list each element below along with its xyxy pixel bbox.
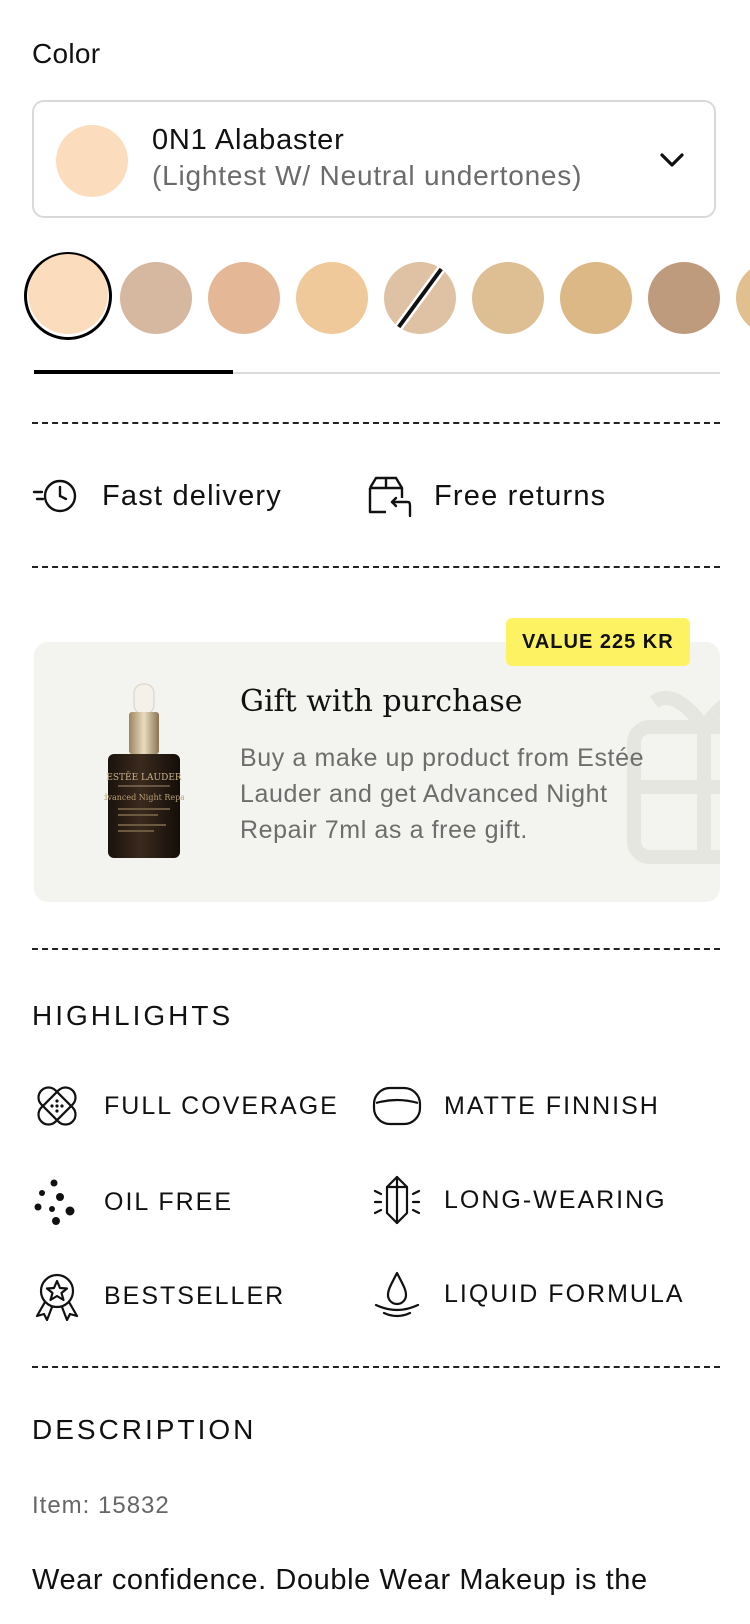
divider xyxy=(32,948,720,950)
free-returns-usp: Free returns xyxy=(364,468,606,524)
selected-shade-name: 0N1 Alabaster xyxy=(152,124,345,156)
highlights-title: HIGHLIGHTS xyxy=(32,1000,234,1031)
highlight-liquid-formula: LIQUID FORMULA xyxy=(372,1268,685,1320)
description-text: Wear confidence. Double Wear Makeup is t… xyxy=(32,1564,648,1596)
swatch-scroll-thumb[interactable] xyxy=(34,370,233,374)
clock-delivery-icon xyxy=(32,479,77,513)
shade-swatch-list[interactable] xyxy=(0,248,750,340)
gift-text: Buy a make up product from Estée Lauder … xyxy=(240,744,645,844)
shade-swatch[interactable] xyxy=(648,262,720,334)
highlight-long-wearing: LONG-WEARING xyxy=(372,1174,667,1226)
crystal-icon xyxy=(373,1175,421,1225)
highlight-label: LIQUID FORMULA xyxy=(444,1279,685,1308)
droplet-icon xyxy=(374,1271,420,1318)
divider xyxy=(32,566,720,568)
bottle-product-label: Advanced Night Repair xyxy=(104,793,184,802)
free-returns-label: Free returns xyxy=(434,479,607,512)
shade-swatch[interactable] xyxy=(120,262,192,334)
dots-icon xyxy=(34,1179,75,1225)
unavailable-slash-icon xyxy=(394,265,446,331)
divider xyxy=(32,422,720,424)
color-label: Color xyxy=(32,38,101,69)
highlight-label: OIL FREE xyxy=(104,1187,233,1216)
fast-delivery-usp: Fast delivery xyxy=(32,468,282,524)
shade-swatch[interactable] xyxy=(736,262,750,334)
product-detail-page: Color 0N1 Alabaster (Lightest W/ Neutral… xyxy=(0,0,750,1624)
description-title: DESCRIPTION xyxy=(32,1414,257,1445)
fast-delivery-label: Fast delivery xyxy=(102,479,282,512)
highlight-full-coverage: FULL COVERAGE xyxy=(32,1080,339,1132)
shade-swatch[interactable] xyxy=(296,262,368,334)
serum-bottle-image: ESTĒE LAUDER Advanced Night Repair xyxy=(104,683,184,858)
highlight-oil-free: OIL FREE xyxy=(32,1176,233,1228)
divider xyxy=(32,1366,720,1368)
shade-dropdown[interactable]: 0N1 Alabaster (Lightest W/ Neutral under… xyxy=(32,100,716,218)
highlight-label: FULL COVERAGE xyxy=(104,1091,339,1120)
item-number: Item: 15832 xyxy=(32,1492,170,1519)
shade-swatch[interactable] xyxy=(208,262,280,334)
box-return-icon xyxy=(368,476,412,518)
highlight-matte-finnish: MATTE FINNISH xyxy=(372,1080,660,1132)
gift-with-purchase-card[interactable]: ESTĒE LAUDER Advanced Night Repair Gift … xyxy=(34,642,720,902)
matte-icon xyxy=(372,1086,422,1126)
selected-shade-description: (Lightest W/ Neutral undertones) xyxy=(152,160,583,191)
chevron-down-icon xyxy=(660,153,684,167)
value-badge: VALUE 225 KR xyxy=(506,618,690,666)
highlight-label: BESTSELLER xyxy=(104,1281,286,1310)
bottle-brand-label: ESTĒE LAUDER xyxy=(106,771,182,783)
shade-swatch[interactable] xyxy=(28,254,108,334)
selected-shade-swatch xyxy=(56,125,128,197)
highlight-bestseller: BESTSELLER xyxy=(32,1270,285,1322)
highlight-label: LONG-WEARING xyxy=(444,1185,667,1214)
shade-swatch[interactable] xyxy=(472,262,544,334)
award-star-icon xyxy=(35,1273,79,1321)
highlight-label: MATTE FINNISH xyxy=(444,1091,660,1120)
shade-swatch[interactable] xyxy=(384,262,456,334)
shade-swatch[interactable] xyxy=(560,262,632,334)
bandage-icon xyxy=(37,1086,77,1126)
gift-title: Gift with purchase xyxy=(240,684,523,719)
